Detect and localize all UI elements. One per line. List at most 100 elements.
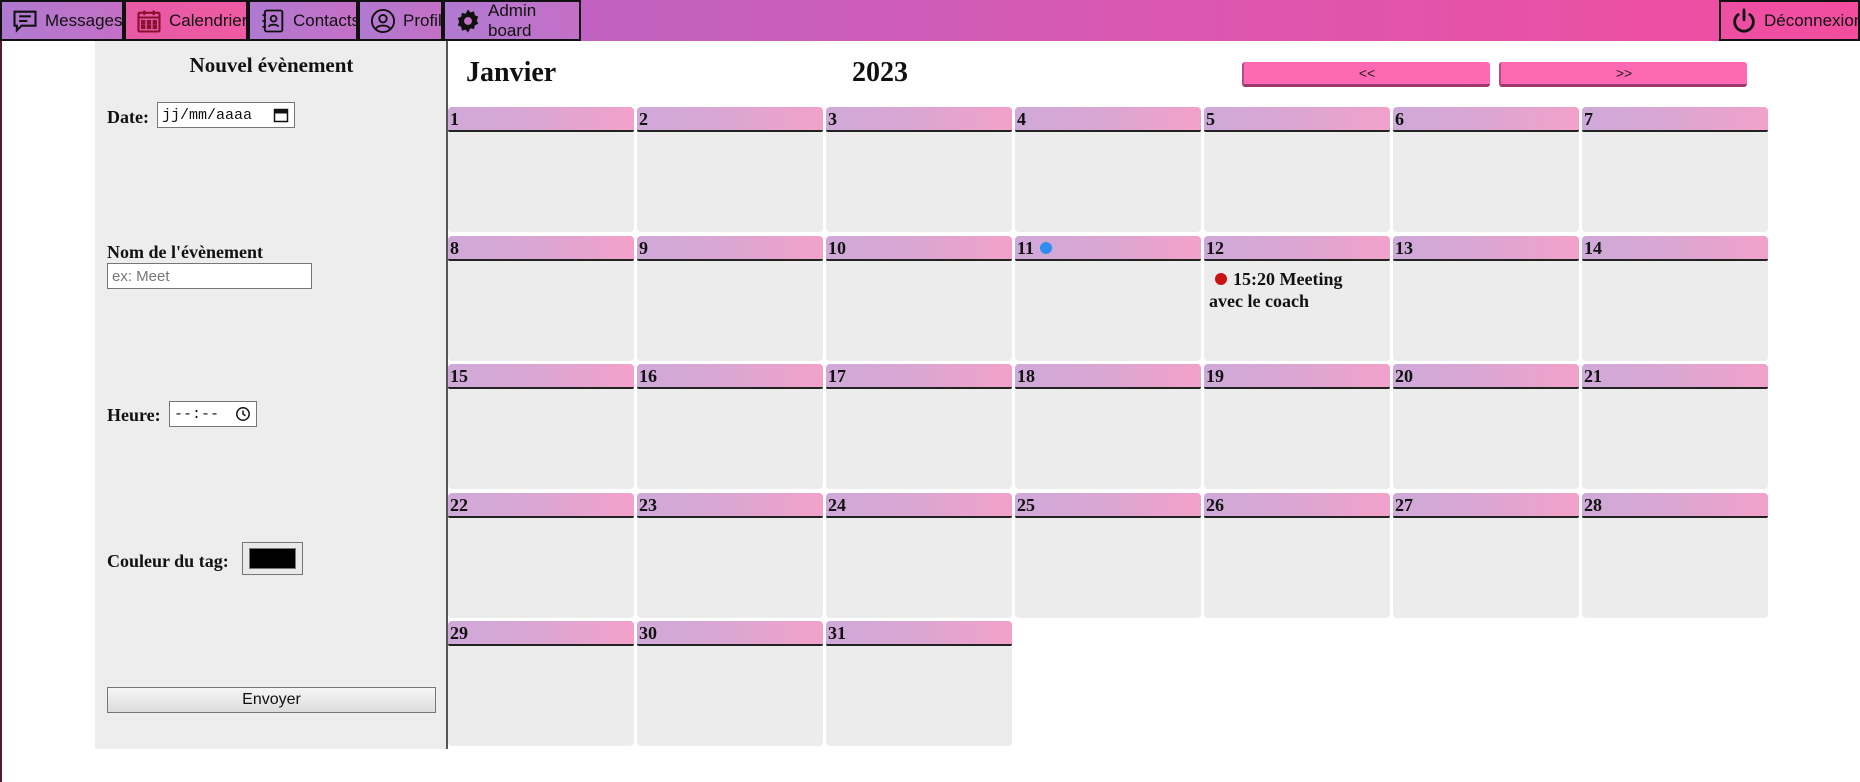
left-border [0,41,2,782]
calendar-day-6[interactable]: 6 [1393,107,1579,232]
day-number-text: 28 [1584,494,1602,515]
calendar-day-31[interactable]: 31 [826,621,1012,746]
calendar-day-20[interactable]: 20 [1393,364,1579,489]
day-number-text: 11 [1017,237,1035,258]
calendar-year: 2023 [852,57,908,88]
day-number-text: 22 [450,494,468,515]
day-number-text: 1 [450,109,459,129]
calendar-day-24[interactable]: 24 [826,492,1012,618]
calendar-day-1[interactable]: 1 [448,107,634,232]
day-number-text: 15 [450,366,468,386]
day-number-text: 16 [639,366,657,386]
date-label: Date: [107,107,149,127]
calendar-day-13[interactable]: 13 [1393,235,1579,361]
calendar-day-4[interactable]: 4 [1015,107,1201,232]
nav-messages-button[interactable]: Messages [0,0,124,41]
day-number: 28 [1582,492,1768,518]
day-number: 1 [448,107,634,132]
calendar-day-7[interactable]: 7 [1582,107,1768,232]
calendar-day-11[interactable]: 11 [1015,235,1201,361]
calendar-day-26[interactable]: 26 [1204,492,1390,618]
day-number: 11 [1015,235,1201,261]
nav-calendar-button[interactable]: Calendrier [124,0,248,41]
calendar-day-2[interactable]: 2 [637,107,823,232]
prev-month-button[interactable]: << [1242,62,1490,87]
nav-admin-button[interactable]: Admin board [443,0,581,41]
day-number: 8 [448,235,634,261]
day-number-text: 10 [828,237,846,258]
day-number-text: 7 [1584,109,1593,129]
day-number: 13 [1393,235,1579,261]
nav-profile-button[interactable]: Profil [358,0,443,41]
calendar-day-23[interactable]: 23 [637,492,823,618]
calendar-day-15[interactable]: 15 [448,364,634,489]
nav-contacts-button[interactable]: Contacts [248,0,360,41]
calendar-day-5[interactable]: 5 [1204,107,1390,232]
nav-admin-label: Admin board [488,0,537,40]
day-number-text: 20 [1395,366,1413,386]
calendar-day-16[interactable]: 16 [637,364,823,489]
calendar-day-21[interactable]: 21 [1582,364,1768,489]
calendar-day-9[interactable]: 9 [637,235,823,361]
day-number-text: 21 [1584,366,1602,386]
date-field[interactable]: jj/mm/aaaa [157,102,295,128]
day-number-text: 4 [1017,109,1026,129]
day-number: 25 [1015,492,1201,518]
calendar-day-19[interactable]: 19 [1204,364,1390,489]
day-number: 31 [826,621,1012,646]
message-icon [13,10,37,33]
day-number: 20 [1393,364,1579,389]
submit-button[interactable]: Envoyer [107,687,436,713]
day-number: 12 [1204,235,1390,261]
logout-label: Déconnexion [1764,10,1860,30]
day-number: 18 [1015,364,1201,389]
calendar-event[interactable]: 15:20 Meeting avec le coach [1209,268,1379,312]
calendar-picker-icon[interactable] [273,107,289,123]
calendar-day-18[interactable]: 18 [1015,364,1201,489]
calendar-day-27[interactable]: 27 [1393,492,1579,618]
day-number: 4 [1015,107,1201,132]
day-number: 7 [1582,107,1768,132]
day-number-text: 13 [1395,237,1413,258]
day-number: 5 [1204,107,1390,132]
day-number: 15 [448,364,634,389]
form-title: Nouvel évènement [189,53,354,77]
next-month-button[interactable]: >> [1499,62,1747,87]
event-name-input[interactable] [107,263,312,289]
gear-icon [457,8,479,33]
day-number: 3 [826,107,1012,132]
calendar-day-28[interactable]: 28 [1582,492,1768,618]
calendar-day-12[interactable]: 12 15:20 Meeting avec le coach [1204,235,1390,361]
calendar-icon [137,10,161,33]
day-number: 14 [1582,235,1768,261]
day-number-text: 8 [450,237,459,258]
new-event-form: Nouvel évènement Date: jj/mm/aaaa Nom de… [95,41,448,749]
calendar-day-25[interactable]: 25 [1015,492,1201,618]
calendar-day-10[interactable]: 10 [826,235,1012,361]
tag-color-picker[interactable] [242,542,303,575]
calendar-day-8[interactable]: 8 [448,235,634,361]
day-number-text: 9 [639,237,648,258]
calendar-day-17[interactable]: 17 [826,364,1012,489]
tag-color-preview [249,548,296,569]
day-number-text: 31 [828,623,846,643]
calendar-day-14[interactable]: 14 [1582,235,1768,361]
calendar-day-3[interactable]: 3 [826,107,1012,232]
day-number: 17 [826,364,1012,389]
logout-button[interactable]: Déconnexion [1719,0,1860,41]
day-number: 30 [637,621,823,646]
day-number: 23 [637,492,823,518]
day-number-text: 26 [1206,494,1224,515]
tag-color-label: Couleur du tag: [107,551,229,571]
user-icon [370,8,396,33]
calendar-day-29[interactable]: 29 [448,621,634,746]
top-nav-bar: Messages Calendrier Contacts Profil Admi… [0,0,1860,41]
calendar-day-22[interactable]: 22 [448,492,634,618]
day-number-text: 3 [828,109,837,129]
time-field[interactable]: --:-- [169,401,257,427]
day-number-text: 29 [450,623,468,643]
calendar-day-30[interactable]: 30 [637,621,823,746]
time-label: Heure: [107,405,161,425]
clock-icon[interactable] [235,406,251,422]
contacts-icon [262,9,284,32]
